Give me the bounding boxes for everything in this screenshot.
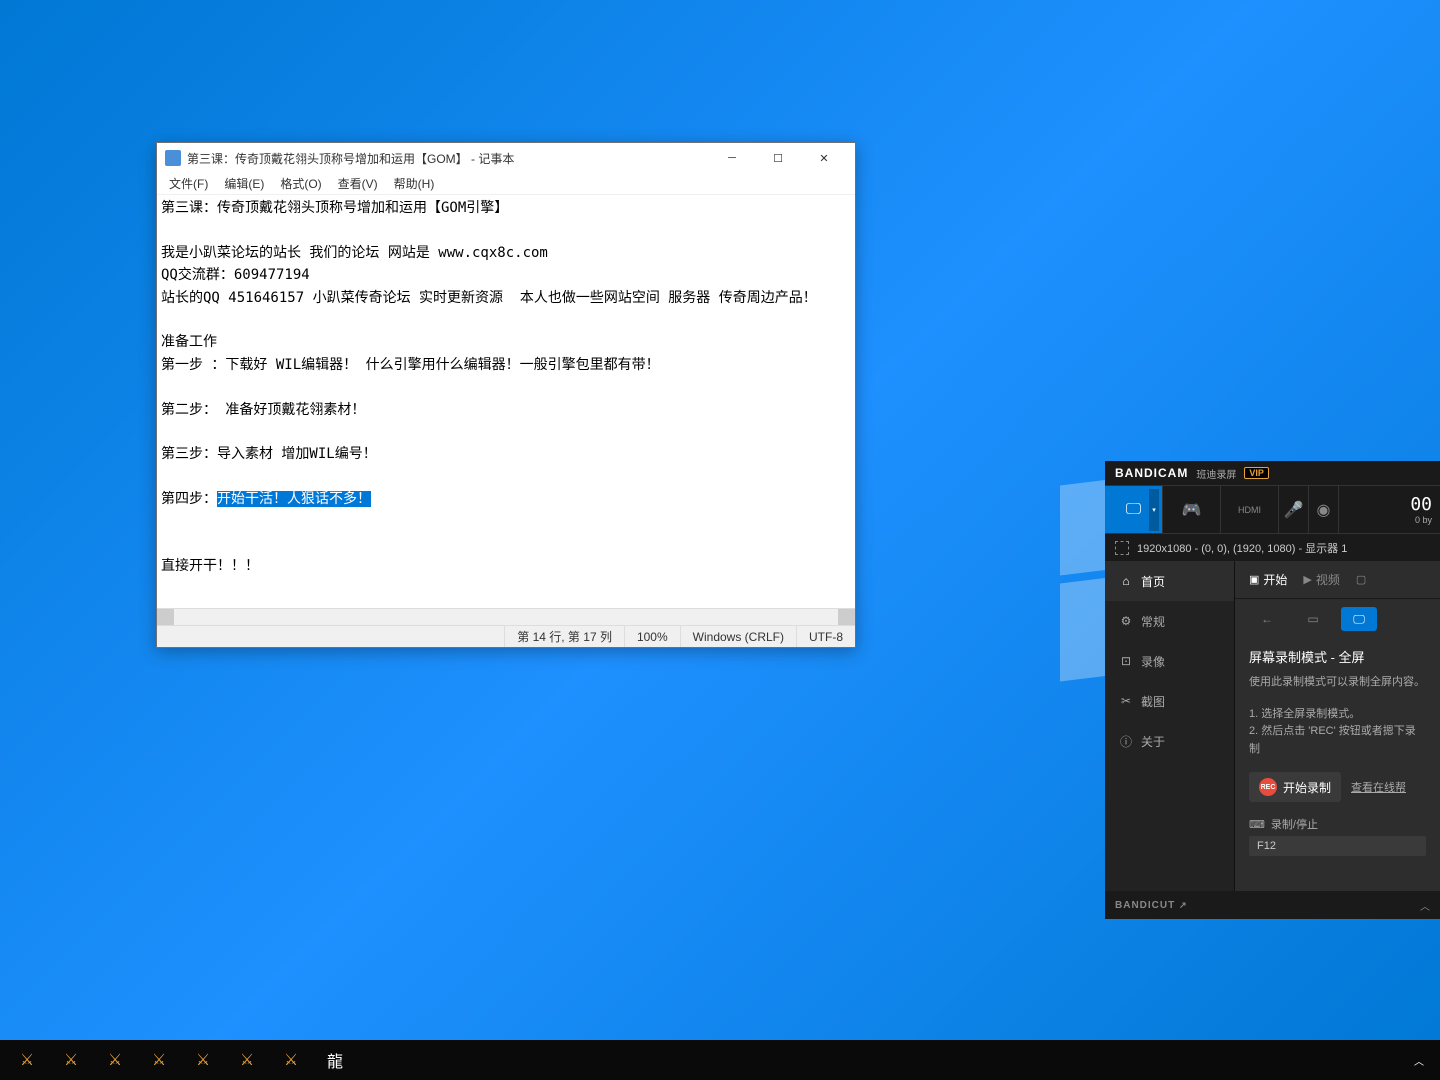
minimize-button[interactable]: ─ <box>709 143 755 173</box>
recording-counter: 00 0 by <box>1339 486 1440 533</box>
gamepad-icon: 🎮 <box>1182 500 1202 520</box>
vip-badge: VIP <box>1244 467 1269 479</box>
rect-mode-button[interactable]: ▭ <box>1295 607 1331 631</box>
step-2: 2. 然后点击 'REC' 按钮或者摁下录制 <box>1249 723 1426 758</box>
counter-time: 00 <box>1410 494 1432 515</box>
status-position: 第 14 行, 第 17 列 <box>504 626 624 647</box>
status-encoding: UTF-8 <box>796 626 855 647</box>
home-icon: ⌂ <box>1119 574 1133 588</box>
capture-info: 1920x1080 - (0, 0), (1920, 1080) - 显示器 1 <box>1137 540 1347 556</box>
counter-bytes: 0 by <box>1415 515 1432 525</box>
section-title: 屏幕录制模式 - 全屏 <box>1249 647 1426 666</box>
menu-help[interactable]: 帮助(H) <box>386 173 443 194</box>
fullscreen-mode-button[interactable]: 🖵 <box>1341 607 1377 631</box>
bandicam-sidebar: ⌂ 首页 ⚙ 常规 ⊡ 录像 ✂ 截图 ⓘ 关于 <box>1105 561 1235 891</box>
bandicam-content: ▣ 开始 ▶ 视频 ▢ ← ▭ 🖵 屏幕录制模式 - 全屏 使用此录制模式可以录… <box>1235 561 1440 891</box>
mode-toolbar: 🖵 ▾ 🎮 HDMI 🎤 ◉ 00 0 by <box>1105 485 1440 533</box>
bandicam-window: BANDICAM 班迪录屏 VIP 🖵 ▾ 🎮 HDMI 🎤 ◉ 00 0 by… <box>1105 461 1440 919</box>
help-link[interactable]: 查看在线帮 <box>1351 779 1406 795</box>
dropdown-icon[interactable]: ▾ <box>1149 489 1159 531</box>
step-1: 1. 选择全屏录制模式。 <box>1249 706 1426 724</box>
notepad-title: 第三课：传奇顶戴花翎头顶称号增加和运用【GOM】 - 记事本 <box>187 150 709 167</box>
clapper-icon: ▣ <box>1249 573 1259 586</box>
status-zoom: 100% <box>624 626 680 647</box>
taskbar-item[interactable]: ⚔ <box>226 1044 268 1076</box>
taskbar-item[interactable]: ⚔ <box>6 1044 48 1076</box>
tab-video[interactable]: ▶ 视频 <box>1303 571 1339 588</box>
sidebar-item-about[interactable]: ⓘ 关于 <box>1105 721 1234 761</box>
tab-image[interactable]: ▢ <box>1356 573 1366 586</box>
sidebar-item-video[interactable]: ⊡ 录像 <box>1105 641 1234 681</box>
tab-start[interactable]: ▣ 开始 <box>1249 571 1287 588</box>
hotkey-label: ⌨ 录制/停止 <box>1249 816 1426 832</box>
status-eol: Windows (CRLF) <box>680 626 796 647</box>
hotkey-input[interactable]: F12 <box>1249 836 1426 856</box>
taskbar-item[interactable]: ⚔ <box>138 1044 180 1076</box>
sidebar-item-label: 关于 <box>1141 733 1165 750</box>
gear-icon: ⚙ <box>1119 614 1133 628</box>
monitor-icon: 🖵 <box>1126 501 1141 519</box>
scissors-icon: ✂ <box>1119 694 1133 708</box>
rec-label: 开始录制 <box>1283 779 1331 796</box>
bandicam-subtitle: 班迪录屏 <box>1196 466 1236 481</box>
info-icon: ⓘ <box>1119 733 1133 750</box>
taskbar: ⚔ ⚔ ⚔ ⚔ ⚔ ⚔ ⚔ 龍 ︿ <box>0 1040 1440 1080</box>
mode-webcam[interactable]: ◉ <box>1309 486 1339 533</box>
notepad-textarea[interactable]: 第三课：传奇顶戴花翎头顶称号增加和运用【GOM引擎】 我是小趴菜论坛的站长 我们… <box>157 195 855 608</box>
notepad-window: 第三课：传奇顶戴花翎头顶称号增加和运用【GOM】 - 记事本 ─ ☐ ✕ 文件(… <box>156 142 856 648</box>
taskbar-item[interactable]: ⚔ <box>50 1044 92 1076</box>
sidebar-item-label: 录像 <box>1141 653 1165 670</box>
sidebar-item-label: 首页 <box>1141 573 1165 590</box>
mode-toolbar-row: ← ▭ 🖵 <box>1235 599 1440 639</box>
webcam-icon: ◉ <box>1317 500 1331 520</box>
menu-file[interactable]: 文件(F) <box>161 173 216 194</box>
taskbar-item[interactable]: ⚔ <box>94 1044 136 1076</box>
sidebar-item-label: 截图 <box>1141 693 1165 710</box>
bandicam-logo: BANDICAM <box>1115 466 1188 480</box>
sidebar-item-home[interactable]: ⌂ 首页 <box>1105 561 1234 601</box>
maximize-button[interactable]: ☐ <box>755 143 801 173</box>
rec-button[interactable]: REC 开始录制 <box>1249 772 1341 802</box>
notepad-icon <box>165 150 181 166</box>
scroll-left-icon[interactable] <box>157 609 174 625</box>
taskbar-item[interactable]: 龍 <box>314 1044 356 1076</box>
bandicam-titlebar[interactable]: BANDICAM 班迪录屏 VIP <box>1105 461 1440 485</box>
keyboard-icon: ⌨ <box>1249 818 1265 831</box>
back-button[interactable]: ← <box>1249 607 1285 631</box>
notepad-titlebar[interactable]: 第三课：传奇顶戴花翎头顶称号增加和运用【GOM】 - 记事本 ─ ☐ ✕ <box>157 143 855 173</box>
tab-label: 开始 <box>1263 571 1287 588</box>
taskbar-item[interactable]: ⚔ <box>182 1044 224 1076</box>
sidebar-item-label: 常规 <box>1141 613 1165 630</box>
notepad-statusbar: 第 14 行, 第 17 列 100% Windows (CRLF) UTF-8 <box>157 625 855 647</box>
video-icon: ⊡ <box>1119 654 1133 668</box>
tray-chevron-icon[interactable]: ︿ <box>1404 1053 1434 1068</box>
notepad-menu: 文件(F) 编辑(E) 格式(O) 查看(V) 帮助(H) <box>157 173 855 195</box>
tab-label: 视频 <box>1316 571 1340 588</box>
mode-mic[interactable]: 🎤 <box>1279 486 1309 533</box>
close-button[interactable]: ✕ <box>801 143 847 173</box>
image-icon: ▢ <box>1356 573 1366 586</box>
mode-device[interactable]: HDMI <box>1221 486 1279 533</box>
selection-icon <box>1115 541 1129 555</box>
sidebar-item-screenshot[interactable]: ✂ 截图 <box>1105 681 1234 721</box>
hdmi-icon: HDMI <box>1238 505 1261 515</box>
menu-edit[interactable]: 编辑(E) <box>216 173 272 194</box>
mode-screen[interactable]: 🖵 ▾ <box>1105 486 1163 533</box>
section-description: 使用此录制模式可以录制全屏内容。 <box>1249 674 1426 692</box>
menu-view[interactable]: 查看(V) <box>330 173 386 194</box>
scroll-right-icon[interactable] <box>838 609 855 625</box>
play-icon: ▶ <box>1303 573 1311 586</box>
mic-icon: 🎤 <box>1284 500 1304 520</box>
sidebar-item-general[interactable]: ⚙ 常规 <box>1105 601 1234 641</box>
rec-icon: REC <box>1259 778 1277 796</box>
content-tabs: ▣ 开始 ▶ 视频 ▢ <box>1235 561 1440 599</box>
chevron-up-icon[interactable]: ︿ <box>1420 898 1430 913</box>
menu-format[interactable]: 格式(O) <box>272 173 329 194</box>
bandicam-footer: BANDICUT ↗ ︿ <box>1105 891 1440 919</box>
capture-info-bar: 1920x1080 - (0, 0), (1920, 1080) - 显示器 1 <box>1105 533 1440 561</box>
mode-game[interactable]: 🎮 <box>1163 486 1221 533</box>
bandicut-link[interactable]: BANDICUT ↗ <box>1115 900 1188 911</box>
horiz-scrollbar[interactable] <box>157 608 855 625</box>
taskbar-item[interactable]: ⚔ <box>270 1044 312 1076</box>
